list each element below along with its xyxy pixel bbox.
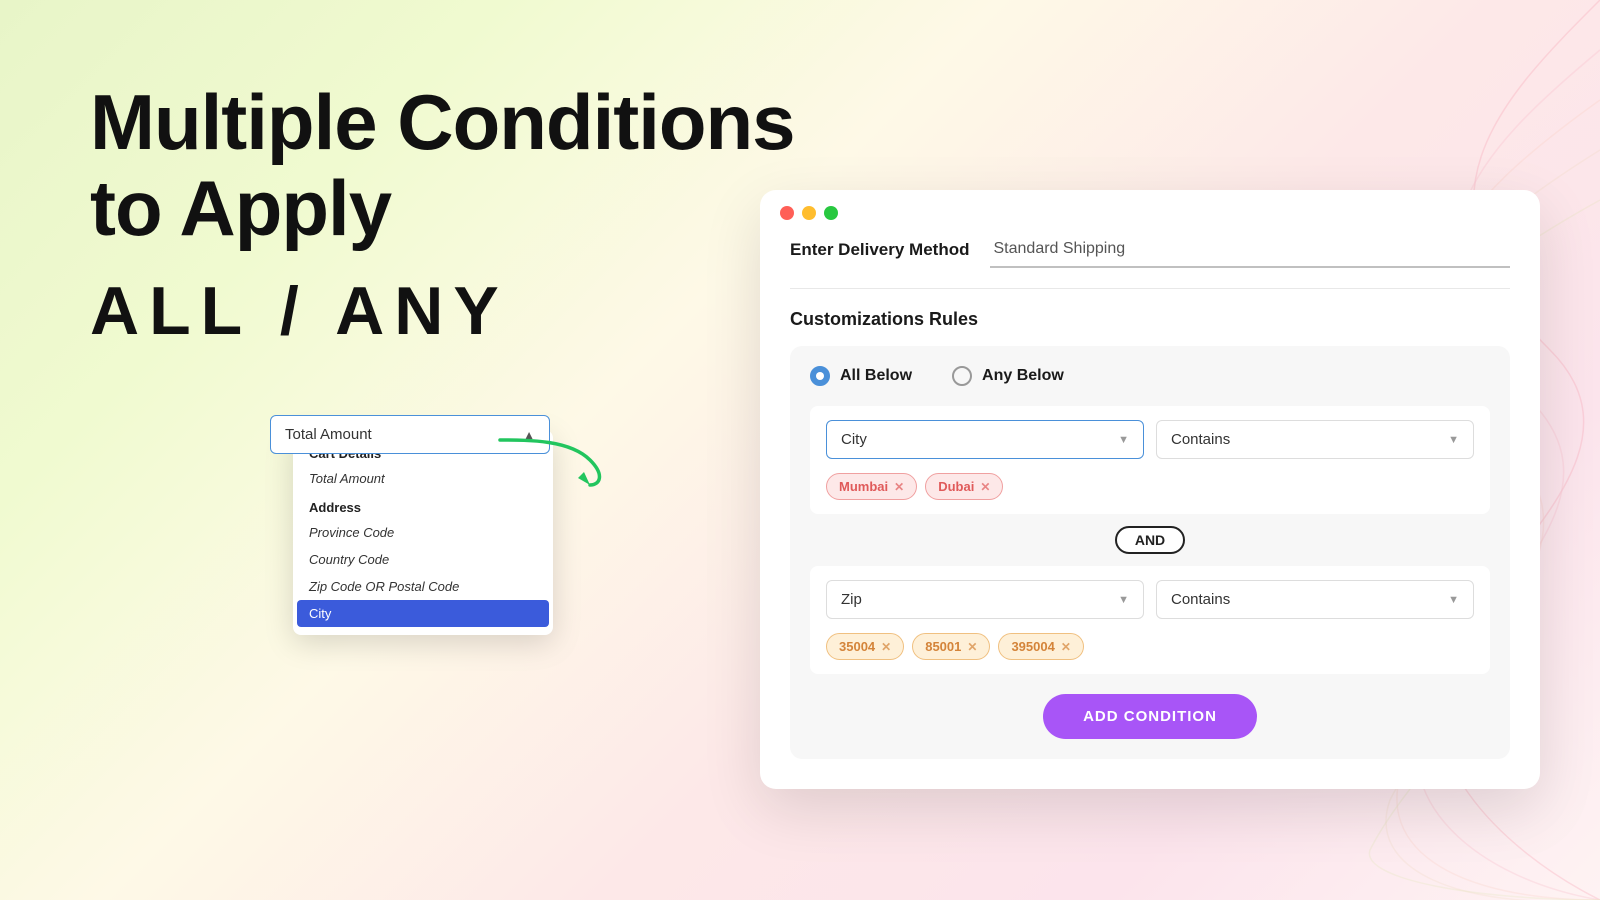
city-operator-select[interactable]: Contains ▼ — [1156, 420, 1474, 459]
tag-395004-label: 395004 — [1011, 639, 1054, 654]
all-below-radio[interactable] — [810, 366, 830, 386]
window-minimize-btn[interactable] — [802, 206, 816, 220]
and-separator: AND — [810, 526, 1490, 554]
condition-row-zip: Zip ▼ Contains ▼ 35004 ✕ 85001 ✕ — [810, 566, 1490, 674]
delivery-section: Enter Delivery Method — [790, 232, 1510, 289]
city-field-select[interactable]: City ▼ — [826, 420, 1144, 459]
dropdown-trigger-label: Total Amount — [285, 426, 372, 443]
left-content: Multiple Conditions to Apply ALL / ANY — [90, 80, 795, 350]
condition-toggle: All Below Any Below — [810, 366, 1490, 386]
city-operator-label: Contains — [1171, 431, 1230, 448]
any-below-option[interactable]: Any Below — [952, 366, 1064, 386]
any-below-label: Any Below — [982, 367, 1064, 385]
dropdown-item-province[interactable]: Province Code — [293, 519, 553, 546]
dropdown-item-city[interactable]: City — [297, 600, 549, 627]
dropdown-item-zip[interactable]: Zip Code OR Postal Code — [293, 573, 553, 600]
tag-mumbai-remove[interactable]: ✕ — [894, 480, 904, 494]
rules-box: All Below Any Below City ▼ Contains ▼ — [790, 346, 1510, 759]
tag-dubai-remove[interactable]: ✕ — [980, 480, 990, 494]
condition-row-city: City ▼ Contains ▼ Mumbai ✕ Dubai — [810, 406, 1490, 514]
zip-operator-label: Contains — [1171, 591, 1230, 608]
tag-mumbai: Mumbai ✕ — [826, 473, 917, 500]
tag-35004-label: 35004 — [839, 639, 875, 654]
city-tags-row: Mumbai ✕ Dubai ✕ — [826, 469, 1474, 500]
and-badge: AND — [1115, 526, 1185, 554]
window-buttons — [760, 190, 1540, 232]
any-below-radio[interactable] — [952, 366, 972, 386]
tag-395004-remove[interactable]: ✕ — [1061, 640, 1071, 654]
zip-field-select[interactable]: Zip ▼ — [826, 580, 1144, 619]
ui-card: Enter Delivery Method Customizations Rul… — [760, 190, 1540, 789]
tag-395004: 395004 ✕ — [998, 633, 1083, 660]
zip-operator-select[interactable]: Contains ▼ — [1156, 580, 1474, 619]
window-close-btn[interactable] — [780, 206, 794, 220]
all-below-option[interactable]: All Below — [810, 366, 912, 386]
dropdown-item-country[interactable]: Country Code — [293, 546, 553, 573]
card-body: Enter Delivery Method Customizations Rul… — [760, 232, 1540, 789]
rules-title: Customizations Rules — [790, 309, 1510, 330]
zip-field-label: Zip — [841, 591, 862, 608]
chevron-down-icon: ▼ — [1118, 434, 1129, 446]
tag-85001: 85001 ✕ — [912, 633, 990, 660]
condition-selects-city: City ▼ Contains ▼ — [826, 420, 1474, 459]
chevron-down-icon-3: ▼ — [1118, 594, 1129, 606]
heading-line3: ALL / ANY — [90, 272, 795, 350]
window-maximize-btn[interactable] — [824, 206, 838, 220]
green-arrow-icon — [490, 430, 620, 490]
tag-35004: 35004 ✕ — [826, 633, 904, 660]
condition-selects-zip: Zip ▼ Contains ▼ — [826, 580, 1474, 619]
add-condition-container: ADD CONDITION — [810, 694, 1490, 739]
heading-line2: to Apply — [90, 166, 795, 252]
all-below-label: All Below — [840, 367, 912, 385]
tag-mumbai-label: Mumbai — [839, 479, 888, 494]
delivery-method-input[interactable] — [990, 232, 1511, 268]
add-condition-button[interactable]: ADD CONDITION — [1043, 694, 1257, 739]
zip-tags-row: 35004 ✕ 85001 ✕ 395004 ✕ — [826, 629, 1474, 660]
dropdown-section-address: Address — [293, 492, 553, 519]
city-field-label: City — [841, 431, 867, 448]
tag-85001-label: 85001 — [925, 639, 961, 654]
chevron-down-icon-2: ▼ — [1448, 434, 1459, 446]
chevron-down-icon-4: ▼ — [1448, 594, 1459, 606]
delivery-label: Enter Delivery Method — [790, 240, 970, 260]
tag-35004-remove[interactable]: ✕ — [881, 640, 891, 654]
heading-line1: Multiple Conditions — [90, 80, 795, 166]
tag-85001-remove[interactable]: ✕ — [967, 640, 977, 654]
tag-dubai-label: Dubai — [938, 479, 974, 494]
tag-dubai: Dubai ✕ — [925, 473, 1003, 500]
